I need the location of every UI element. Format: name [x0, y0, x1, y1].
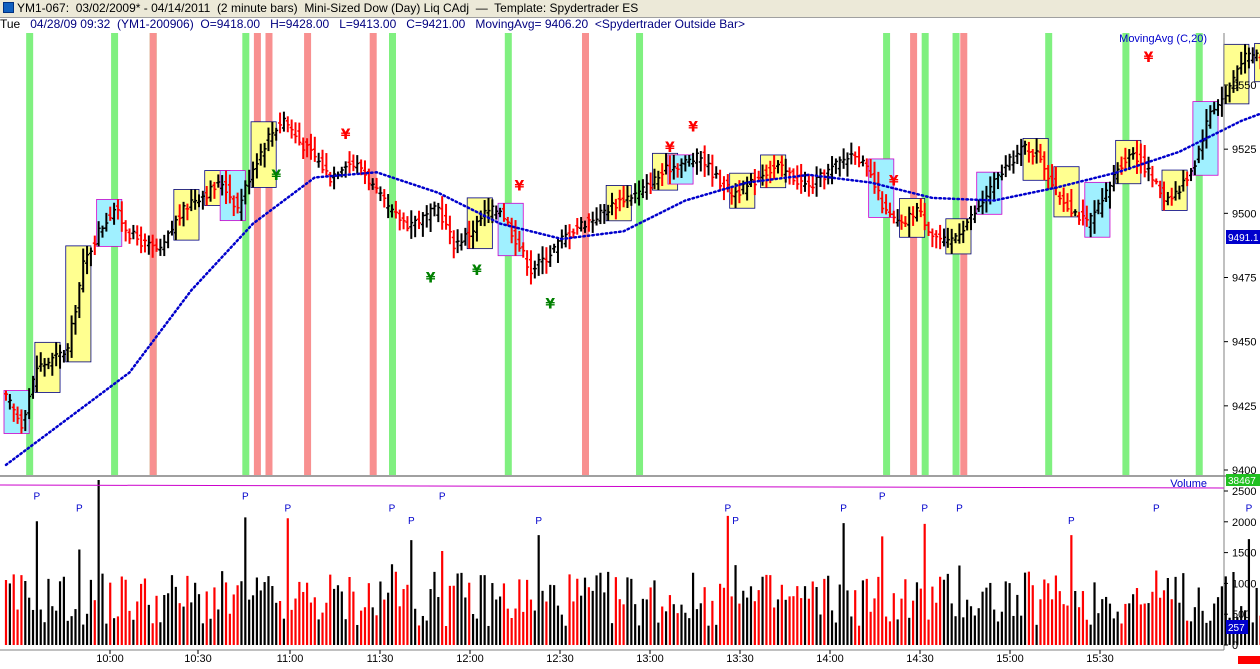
yen-signal-icon: ¥	[545, 296, 555, 312]
volume-tick-label: 2500	[1232, 486, 1256, 498]
time-tick-label: 10:30	[184, 653, 212, 665]
signal-bands	[26, 33, 1203, 475]
moving-avg-legend: MovingAvg (C,20)	[1119, 33, 1207, 45]
price-tick-label: 9550	[1232, 80, 1256, 92]
yen-signal-icon: ¥	[341, 127, 351, 143]
yen-signal-icon: ¥	[665, 140, 675, 156]
red-signal-band	[910, 33, 918, 475]
yen-signal-icon: ¥	[889, 173, 899, 189]
green-signal-band	[1122, 33, 1130, 475]
green-signal-band	[242, 33, 250, 475]
volume-p-marker: P	[1153, 504, 1160, 515]
time-tick-label: 11:00	[277, 653, 304, 665]
volume-p-marker: P	[840, 504, 847, 515]
volume-p-marker: P	[535, 516, 542, 527]
time-tick-label: 13:30	[726, 653, 754, 665]
time-tick-label: 13:00	[636, 653, 664, 665]
last-price-label: 9491.1	[1228, 233, 1259, 244]
time-tick-label: 11:30	[367, 653, 394, 665]
price-tick-label: 9475	[1232, 273, 1256, 285]
time-tick-label: 12:00	[456, 653, 484, 665]
time-tick-label: 14:30	[906, 653, 934, 665]
volume-tick-label: 1000	[1232, 578, 1256, 590]
volume-max-label: 38467	[1228, 476, 1256, 487]
volume-p-marker: P	[879, 491, 886, 502]
green-signal-band	[1195, 33, 1203, 475]
price-tick-label: 9525	[1232, 144, 1256, 156]
volume-p-marker: P	[408, 516, 415, 527]
time-tick-label: 12:30	[546, 653, 574, 665]
time-tick-label: 15:00	[996, 653, 1024, 665]
volume-tick-label: 0	[1232, 640, 1238, 652]
time-tick-label: 10:00	[96, 653, 124, 665]
scroll-right-arrow-icon[interactable]	[1238, 656, 1260, 664]
volume-p-marker: P	[242, 491, 249, 502]
yen-signal-icon: ¥	[426, 271, 436, 287]
red-signal-band	[369, 33, 377, 475]
red-signal-band	[582, 33, 589, 475]
price-tick-label: 9450	[1232, 337, 1256, 349]
green-signal-band	[921, 33, 929, 475]
moving-average-line	[4, 112, 1260, 467]
green-signal-band	[1045, 33, 1053, 475]
volume-p-marker: P	[439, 491, 446, 502]
volume-tick-label: 1500	[1232, 548, 1256, 560]
volume-p-marker: P	[34, 491, 41, 502]
green-signal-band	[883, 33, 891, 475]
moving-average-series	[4, 112, 1260, 467]
volume-p-marker: P	[389, 504, 396, 515]
yen-signal-icon: ¥	[271, 168, 281, 184]
volume-tick-label: 500	[1232, 609, 1250, 621]
yen-signal-icon: ¥	[688, 119, 698, 135]
yen-signal-icon: ¥	[515, 179, 525, 195]
inside-outside-boxes	[3, 42, 1260, 434]
volume-p-marker: P	[724, 504, 731, 515]
volume-p-marker: P	[284, 504, 291, 515]
volume-p-marker: P	[76, 504, 83, 515]
price-tick-label: 9425	[1232, 401, 1256, 413]
time-tick-label: 15:30	[1086, 653, 1114, 665]
volume-p-marker: P	[1068, 516, 1075, 527]
volume-legend: Volume	[1170, 478, 1207, 490]
volume-p-marker: P	[732, 516, 739, 527]
red-signal-band	[304, 33, 312, 475]
volume-average-line	[0, 484, 1225, 489]
chart-canvas[interactable]: ¥¥¥¥¥¥¥¥¥¥¥ PPPPPPPPPPPPPPPPPPPP 9400942…	[0, 0, 1260, 669]
red-signal-band	[253, 33, 261, 475]
volume-bars: PPPPPPPPPPPPPPPPPPPP	[0, 480, 1260, 645]
green-signal-band	[389, 33, 396, 475]
price-tick-label: 9500	[1232, 208, 1256, 220]
green-signal-band	[636, 33, 644, 475]
green-signal-band	[111, 33, 119, 475]
volume-p-marker: P	[921, 504, 928, 515]
pattern-box	[1254, 42, 1260, 83]
time-tick-label: 14:00	[816, 653, 844, 665]
volume-p-marker: P	[956, 504, 963, 515]
red-signal-band	[265, 33, 273, 475]
current-volume-label: 257	[1228, 623, 1245, 634]
yen-signal-icon: ¥	[472, 263, 482, 279]
yen-signal-icon: ¥	[1144, 50, 1154, 66]
volume-tick-label: 2000	[1232, 517, 1256, 529]
volume-p-marker: P	[1246, 504, 1253, 515]
